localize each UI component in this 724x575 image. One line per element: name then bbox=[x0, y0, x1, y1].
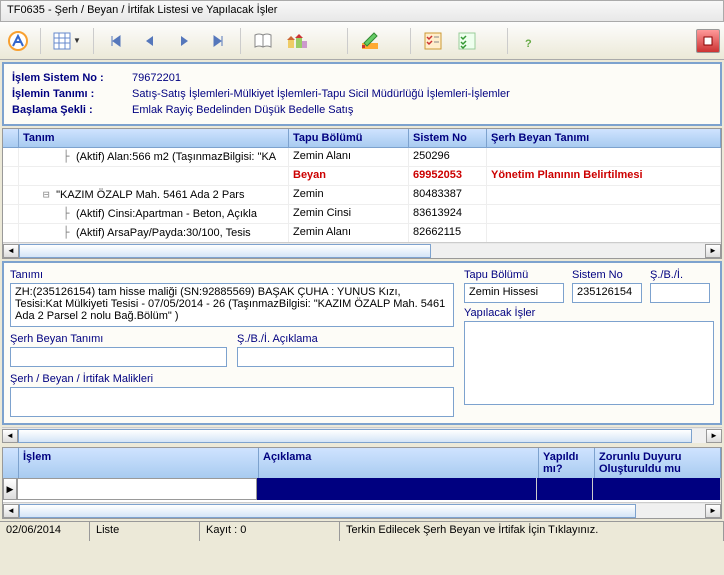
col-tanim[interactable]: Tanım bbox=[19, 129, 289, 147]
yapilacak-field[interactable] bbox=[464, 321, 714, 405]
sistemno-label: Sistem No bbox=[572, 269, 642, 281]
status-kayit: Kayıt : 0 bbox=[200, 522, 340, 541]
scroll-left-icon[interactable]: ◄ bbox=[3, 244, 19, 258]
row-indicator-icon: ▶ bbox=[3, 478, 17, 500]
sistemno-field[interactable]: 235126154 bbox=[572, 283, 642, 303]
serh-beyan-label: Şerh Beyan Tanımı bbox=[10, 333, 227, 345]
table-cell[interactable] bbox=[17, 478, 257, 500]
tanimi-label: Tanımı bbox=[10, 269, 454, 281]
svg-text:?: ? bbox=[525, 38, 532, 50]
main-grid: Tanım Tapu Bölümü Sistem No Şerh Beyan T… bbox=[2, 128, 722, 259]
sbi-aciklama-field[interactable] bbox=[237, 347, 454, 367]
malikler-label: Şerh / Beyan / İrtifak Malikleri bbox=[10, 373, 454, 385]
status-liste: Liste bbox=[90, 522, 200, 541]
scroll-left-icon[interactable]: ◄ bbox=[2, 429, 18, 443]
serh-beyan-field[interactable] bbox=[10, 347, 227, 367]
info-panel: İşlem Sistem No :79672201 İşlemin Tanımı… bbox=[2, 62, 722, 126]
bottom-grid-body[interactable]: ▶ bbox=[3, 478, 721, 502]
book-icon[interactable] bbox=[249, 27, 277, 55]
nav-next-icon[interactable] bbox=[170, 27, 198, 55]
close-icon[interactable] bbox=[696, 29, 720, 53]
scroll-thumb[interactable] bbox=[19, 244, 431, 258]
detail-panel: Tanımı ZH:(235126154) tam hisse maliği (… bbox=[2, 261, 722, 425]
scroll-right-icon[interactable]: ► bbox=[705, 244, 721, 258]
table-cell[interactable] bbox=[537, 478, 593, 500]
tanimi-field[interactable]: ZH:(235126154) tam hisse maliği (SN:9288… bbox=[10, 283, 454, 327]
scroll-track[interactable] bbox=[19, 504, 705, 518]
table-row[interactable]: ├ (Aktif) ArsaPay/Payda:30/100, TesisZem… bbox=[3, 224, 721, 242]
sbi-field[interactable] bbox=[650, 283, 710, 303]
col-sistem[interactable]: Sistem No bbox=[409, 129, 487, 147]
baslama-value: Emlak Rayiç Bedelinden Düşük Bedelle Sat… bbox=[132, 102, 353, 118]
houses-icon[interactable] bbox=[283, 27, 311, 55]
status-date: 02/06/2014 bbox=[0, 522, 90, 541]
yapilacak-label: Yapılacak İşler bbox=[464, 307, 714, 319]
checklist2-icon[interactable] bbox=[453, 27, 481, 55]
baslama-label: Başlama Şekli : bbox=[12, 102, 132, 118]
tanim-label: İşlemin Tanımı : bbox=[12, 86, 132, 102]
edit-color-icon[interactable] bbox=[356, 27, 384, 55]
status-hint: Terkin Edilecek Şerh Beyan ve İrtifak İç… bbox=[340, 522, 724, 541]
app-logo-icon[interactable] bbox=[4, 27, 32, 55]
col-aciklama[interactable]: Açıklama bbox=[259, 448, 539, 478]
tapu-bolumu-field[interactable]: Zemin Hissesi bbox=[464, 283, 564, 303]
col-yapildi[interactable]: Yapıldı mı? bbox=[539, 448, 595, 478]
sbi-aciklama-label: Ş./B./İ. Açıklama bbox=[237, 333, 454, 345]
col-tapu[interactable]: Tapu Bölümü bbox=[289, 129, 409, 147]
grid-header: Tanım Tapu Bölümü Sistem No Şerh Beyan T… bbox=[3, 129, 721, 148]
tapu-bolumu-label: Tapu Bölümü bbox=[464, 269, 564, 281]
nav-prev-icon[interactable] bbox=[136, 27, 164, 55]
table-row[interactable]: ├ (Aktif) Alan:566 m2 (TaşınmazBilgisi: … bbox=[3, 148, 721, 167]
col-zorunlu[interactable]: Zorunlu Duyuru Oluşturuldu mu bbox=[595, 448, 721, 478]
sistem-no-label: İşlem Sistem No : bbox=[12, 70, 132, 86]
table-cell[interactable] bbox=[593, 478, 721, 500]
nav-first-icon[interactable] bbox=[102, 27, 130, 55]
table-row[interactable]: Beyan69952053Yönetim Planının Belirtilme… bbox=[3, 167, 721, 186]
scroll-thumb[interactable] bbox=[18, 429, 692, 443]
table-cell[interactable] bbox=[257, 478, 537, 500]
window-titlebar: TF0635 - Şerh / Beyan / İrtifak Listesi … bbox=[0, 0, 724, 22]
h-scrollbar[interactable]: ◄ ► bbox=[3, 242, 721, 258]
scroll-left-icon[interactable]: ◄ bbox=[3, 504, 19, 518]
mid-h-scrollbar[interactable]: ◄ ► bbox=[2, 427, 722, 443]
scroll-right-icon[interactable]: ► bbox=[706, 429, 722, 443]
checklist1-icon[interactable] bbox=[419, 27, 447, 55]
scroll-right-icon[interactable]: ► bbox=[705, 504, 721, 518]
chevron-down-icon: ▼ bbox=[73, 36, 81, 45]
tanim-value: Satış-Satış İşlemleri-Mülkiyet İşlemleri… bbox=[132, 86, 510, 102]
help-icon[interactable]: ? bbox=[516, 27, 544, 55]
malikler-field[interactable] bbox=[10, 387, 454, 417]
bottom-grid: İşlem Açıklama Yapıldı mı? Zorunlu Duyur… bbox=[2, 447, 722, 519]
scroll-track[interactable] bbox=[18, 429, 706, 443]
grid-icon[interactable]: ▼ bbox=[49, 27, 85, 55]
col-serh[interactable]: Şerh Beyan Tanımı bbox=[487, 129, 721, 147]
scroll-track[interactable] bbox=[19, 244, 705, 258]
table-row[interactable]: ├ (Aktif) Cinsi:Apartman - Beton, Açıkla… bbox=[3, 205, 721, 224]
sbi-label: Ş./B./İ. bbox=[650, 269, 710, 281]
grid-body[interactable]: ├ (Aktif) Alan:566 m2 (TaşınmazBilgisi: … bbox=[3, 148, 721, 242]
bottom-h-scrollbar[interactable]: ◄ ► bbox=[3, 502, 721, 518]
nav-last-icon[interactable] bbox=[204, 27, 232, 55]
scroll-thumb[interactable] bbox=[19, 504, 636, 518]
status-bar: 02/06/2014 Liste Kayıt : 0 Terkin Edilec… bbox=[0, 521, 724, 541]
bottom-grid-header: İşlem Açıklama Yapıldı mı? Zorunlu Duyur… bbox=[3, 448, 721, 478]
sistem-no-value: 79672201 bbox=[132, 70, 181, 86]
table-row[interactable]: ⊟ "KAZIM ÖZALP Mah. 5461 Ada 2 ParsZemin… bbox=[3, 186, 721, 205]
main-toolbar: ▼ ? bbox=[0, 22, 724, 60]
col-islem[interactable]: İşlem bbox=[19, 448, 259, 478]
